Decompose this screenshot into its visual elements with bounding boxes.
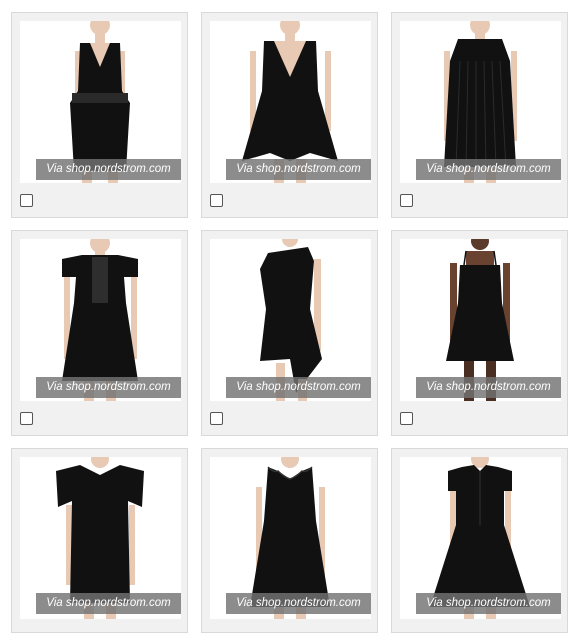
product-card: Via shop.nordstrom.com	[391, 230, 568, 436]
select-checkbox[interactable]	[400, 412, 413, 425]
image-source-caption: Via shop.nordstrom.com	[226, 159, 371, 180]
product-card: Via shop.nordstrom.com	[391, 448, 568, 633]
product-image[interactable]: Via shop.nordstrom.com	[20, 457, 181, 619]
product-card: Via shop.nordstrom.com	[391, 12, 568, 218]
select-checkbox[interactable]	[20, 412, 33, 425]
product-image[interactable]: Via shop.nordstrom.com	[20, 239, 181, 401]
select-checkbox[interactable]	[400, 194, 413, 207]
image-source-caption: Via shop.nordstrom.com	[226, 593, 371, 614]
product-card: Via shop.nordstrom.com	[11, 12, 188, 218]
product-image[interactable]: Via shop.nordstrom.com	[400, 21, 561, 183]
product-image[interactable]: Via shop.nordstrom.com	[20, 21, 181, 183]
product-grid: Via shop.nordstrom.com Via shop.nordstro…	[0, 0, 582, 633]
image-source-caption: Via shop.nordstrom.com	[416, 159, 561, 180]
product-card: Via shop.nordstrom.com	[201, 12, 378, 218]
product-image[interactable]: Via shop.nordstrom.com	[210, 239, 371, 401]
product-card: Via shop.nordstrom.com	[201, 230, 378, 436]
select-checkbox[interactable]	[210, 194, 223, 207]
product-image[interactable]: Via shop.nordstrom.com	[400, 239, 561, 401]
image-source-caption: Via shop.nordstrom.com	[36, 593, 181, 614]
product-card: Via shop.nordstrom.com	[11, 448, 188, 633]
image-source-caption: Via shop.nordstrom.com	[226, 377, 371, 398]
product-card: Via shop.nordstrom.com	[201, 448, 378, 633]
image-source-caption: Via shop.nordstrom.com	[416, 377, 561, 398]
product-image[interactable]: Via shop.nordstrom.com	[210, 21, 371, 183]
product-card: Via shop.nordstrom.com	[11, 230, 188, 436]
product-image[interactable]: Via shop.nordstrom.com	[210, 457, 371, 619]
product-image[interactable]: Via shop.nordstrom.com	[400, 457, 561, 619]
image-source-caption: Via shop.nordstrom.com	[36, 159, 181, 180]
image-source-caption: Via shop.nordstrom.com	[416, 593, 561, 614]
image-source-caption: Via shop.nordstrom.com	[36, 377, 181, 398]
select-checkbox[interactable]	[210, 412, 223, 425]
select-checkbox[interactable]	[20, 194, 33, 207]
